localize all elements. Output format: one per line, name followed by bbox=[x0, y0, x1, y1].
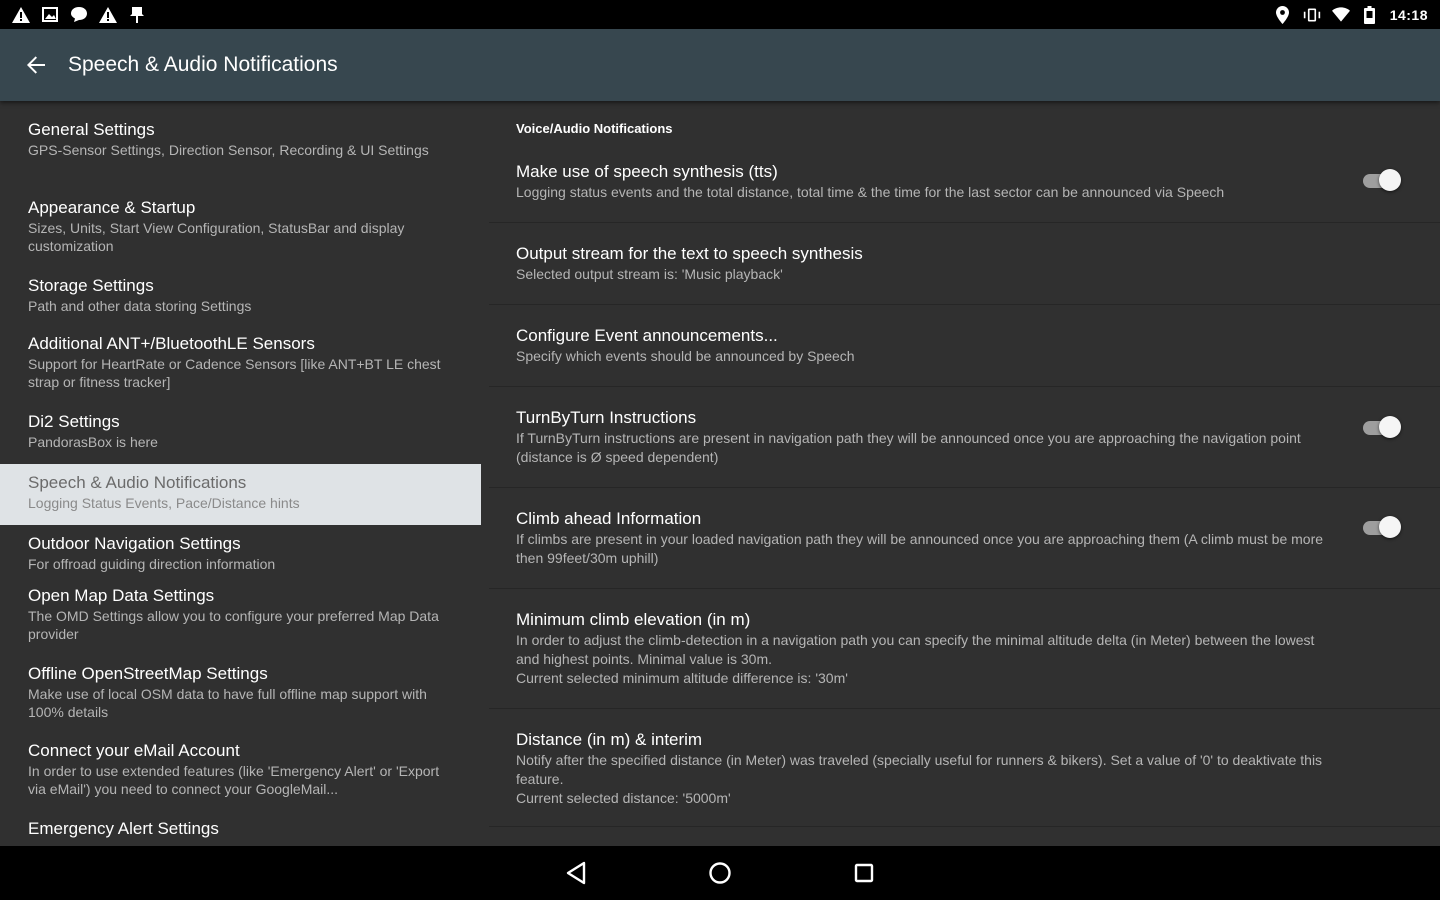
category-summary: In order to use extended features (like … bbox=[28, 763, 440, 797]
pref-climb-ahead[interactable]: Climb ahead Information If climbs are pr… bbox=[489, 488, 1440, 589]
category-summary: The OMD Settings allow you to configure … bbox=[28, 608, 439, 642]
category-summary: Make use of local OSM data to have full … bbox=[28, 686, 427, 720]
location-icon bbox=[1274, 5, 1292, 24]
section-header: Voice/Audio Notifications bbox=[516, 121, 673, 136]
pref-title: Distance (in m) & interim bbox=[516, 730, 703, 749]
switch-thumb bbox=[1379, 169, 1401, 191]
pref-title: Output stream for the text to speech syn… bbox=[516, 244, 863, 263]
category-di2-settings[interactable]: Di2 Settings PandorasBox is here bbox=[0, 409, 481, 464]
warning-icon bbox=[12, 6, 30, 24]
category-title: General Settings bbox=[28, 120, 155, 139]
category-speech-audio-notifications[interactable]: Speech & Audio Notifications Logging Sta… bbox=[0, 464, 481, 525]
category-summary: Sizes, Units, Start View Configuration, … bbox=[28, 220, 405, 254]
pref-title: Make use of speech synthesis (tts) bbox=[516, 162, 778, 181]
pref-title: Minimum climb elevation (in m) bbox=[516, 610, 751, 629]
category-summary: GPS-Sensor Settings, Direction Sensor, R… bbox=[28, 142, 429, 158]
pref-title: TurnByTurn Instructions bbox=[516, 408, 697, 427]
wifi-icon bbox=[1331, 6, 1350, 24]
pref-title: Configure Event announcements... bbox=[516, 326, 778, 345]
warning-icon bbox=[99, 6, 117, 24]
category-summary: Path and other data storing Settings bbox=[28, 298, 252, 314]
category-title: Emergency Alert Settings bbox=[28, 819, 219, 838]
arrow-back-icon bbox=[27, 56, 45, 74]
system-icons: 14:18 bbox=[1274, 5, 1428, 24]
turn-by-turn-toggle[interactable] bbox=[1361, 414, 1403, 440]
pref-speech-synthesis[interactable]: Make use of speech synthesis (tts) Loggi… bbox=[489, 141, 1440, 223]
category-summary: Support for HeartRate or Cadence Sensors… bbox=[28, 356, 441, 390]
category-title: Appearance & Startup bbox=[28, 198, 196, 217]
back-triangle-icon bbox=[566, 861, 586, 885]
category-emergency-alert[interactable]: Emergency Alert Settings bbox=[0, 816, 481, 846]
nav-back-button[interactable] bbox=[558, 855, 594, 891]
chat-icon bbox=[70, 6, 88, 24]
page-title: Speech & Audio Notifications bbox=[68, 53, 338, 76]
category-title: Connect your eMail Account bbox=[28, 741, 240, 760]
notification-icons bbox=[12, 6, 146, 24]
recents-square-icon bbox=[854, 863, 874, 883]
category-title: Outdoor Navigation Settings bbox=[28, 534, 241, 553]
clock: 14:18 bbox=[1389, 6, 1428, 23]
category-title: Speech & Audio Notifications bbox=[28, 473, 247, 492]
pin-icon bbox=[128, 6, 146, 24]
category-title: Storage Settings bbox=[28, 276, 154, 295]
category-storage-settings[interactable]: Storage Settings Path and other data sto… bbox=[0, 273, 481, 331]
pref-summary: Specify which events should be announced… bbox=[516, 348, 855, 364]
vibrate-icon bbox=[1303, 6, 1321, 24]
pref-distance-interim[interactable]: Distance (in m) & interim Notify after t… bbox=[489, 709, 1440, 827]
pref-minimum-climb-elevation[interactable]: Minimum climb elevation (in m) In order … bbox=[489, 589, 1440, 709]
pref-title: Climb ahead Information bbox=[516, 509, 702, 528]
preference-list: Voice/Audio Notifications Make use of sp… bbox=[481, 101, 1440, 846]
pref-event-announcements[interactable]: Configure Event announcements... Specify… bbox=[489, 305, 1440, 387]
home-circle-icon bbox=[709, 862, 731, 884]
category-title: Offline OpenStreetMap Settings bbox=[28, 664, 268, 683]
category-appearance-startup[interactable]: Appearance & Startup Sizes, Units, Start… bbox=[0, 195, 481, 273]
category-ant-bluetooth-sensors[interactable]: Additional ANT+/BluetoothLE Sensors Supp… bbox=[0, 331, 481, 409]
category-open-map-data[interactable]: Open Map Data Settings The OMD Settings … bbox=[0, 583, 481, 661]
switch-thumb bbox=[1379, 516, 1401, 538]
category-summary: For offroad guiding direction informatio… bbox=[28, 556, 276, 572]
pref-summary: In order to adjust the climb-detection i… bbox=[516, 632, 1315, 686]
pref-summary: If climbs are present in your loaded nav… bbox=[516, 531, 1324, 566]
category-email-account[interactable]: Connect your eMail Account In order to u… bbox=[0, 738, 481, 816]
pref-summary: Notify after the specified distance (in … bbox=[516, 752, 1323, 806]
category-title: Additional ANT+/BluetoothLE Sensors bbox=[28, 334, 315, 353]
category-summary: Logging Status Events, Pace/Distance hin… bbox=[28, 495, 300, 511]
settings-category-list: General Settings GPS-Sensor Settings, Di… bbox=[0, 101, 481, 846]
speech-synthesis-toggle[interactable] bbox=[1361, 167, 1403, 193]
back-button[interactable] bbox=[0, 29, 72, 101]
category-title: Open Map Data Settings bbox=[28, 586, 215, 605]
pref-summary: Selected output stream is: 'Music playba… bbox=[516, 266, 783, 282]
category-outdoor-navigation[interactable]: Outdoor Navigation Settings For offroad … bbox=[0, 525, 481, 583]
app-bar: Speech & Audio Notifications bbox=[0, 29, 1440, 101]
pref-output-stream[interactable]: Output stream for the text to speech syn… bbox=[489, 223, 1440, 305]
settings-content: General Settings GPS-Sensor Settings, Di… bbox=[0, 101, 1440, 846]
pref-summary: If TurnByTurn instructions are present i… bbox=[516, 430, 1301, 465]
battery-icon bbox=[1361, 5, 1379, 24]
pref-summary: Logging status events and the total dist… bbox=[516, 184, 1225, 200]
nav-home-button[interactable] bbox=[702, 855, 738, 891]
category-offline-osm[interactable]: Offline OpenStreetMap Settings Make use … bbox=[0, 661, 481, 738]
nav-recents-button[interactable] bbox=[846, 855, 882, 891]
status-bar: 14:18 bbox=[0, 0, 1440, 29]
system-navigation-bar bbox=[0, 846, 1440, 900]
switch-thumb bbox=[1379, 416, 1401, 438]
category-summary: PandorasBox is here bbox=[28, 434, 158, 450]
category-title: Di2 Settings bbox=[28, 412, 120, 431]
pref-turn-by-turn[interactable]: TurnByTurn Instructions If TurnByTurn in… bbox=[489, 387, 1440, 488]
category-general-settings[interactable]: General Settings GPS-Sensor Settings, Di… bbox=[0, 117, 481, 195]
image-icon bbox=[41, 6, 59, 24]
climb-ahead-toggle[interactable] bbox=[1361, 514, 1403, 540]
